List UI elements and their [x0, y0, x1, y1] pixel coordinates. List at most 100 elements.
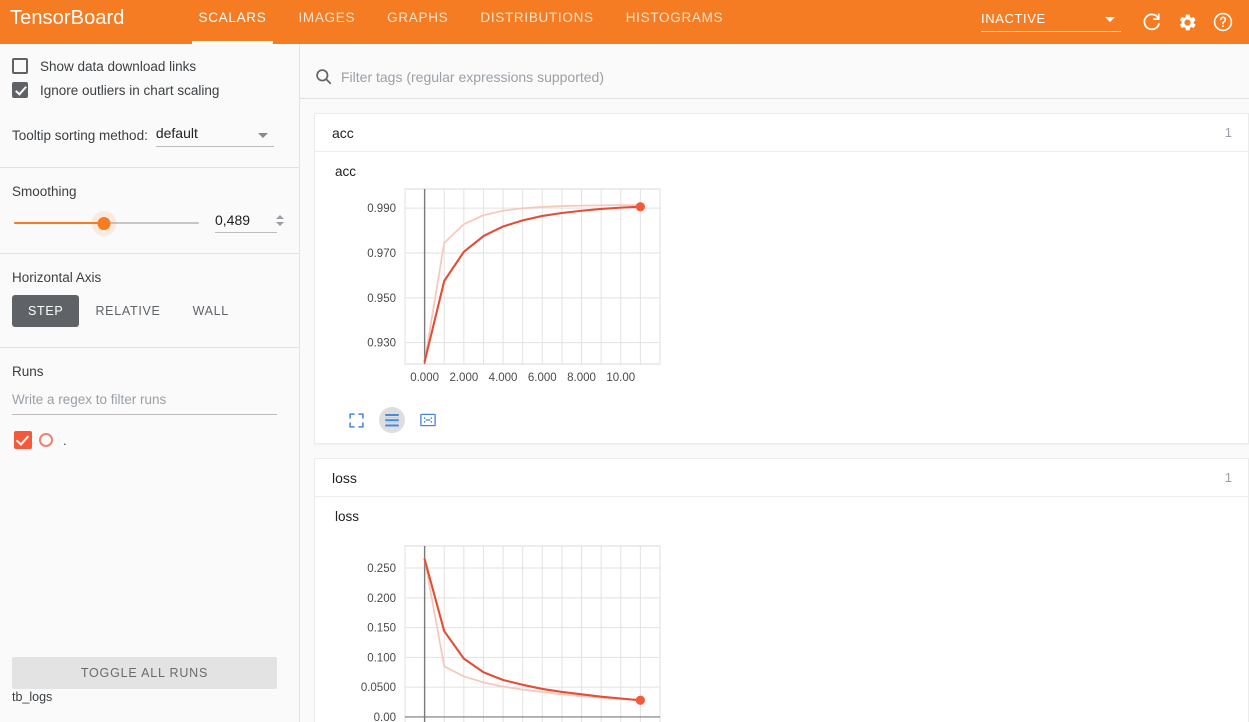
svg-text:0.950: 0.950 [367, 293, 396, 305]
chart-acc-svg[interactable]: 0.930 0.950 0.970 0.990 0.000 2.000 4.000 6.000… [315, 179, 935, 397]
card-count-label: 1 [1225, 125, 1232, 140]
svg-text:0.150: 0.150 [367, 623, 396, 635]
tab-scalars-label: SCALARS [199, 10, 267, 25]
svg-text:0.100: 0.100 [367, 652, 396, 664]
select-underline [156, 146, 274, 147]
svg-text:0.990: 0.990 [367, 203, 396, 215]
settings-sidebar: Show data download links Ignore outliers… [0, 44, 300, 722]
run-list-item[interactable]: . [0, 415, 299, 449]
smoothing-title: Smoothing [0, 168, 299, 199]
tab-images[interactable]: IMAGES [282, 0, 371, 44]
smoothing-controls: 0,489 [0, 199, 299, 233]
gear-icon[interactable] [1169, 4, 1205, 40]
tab-histograms[interactable]: HISTOGRAMS [610, 0, 740, 44]
svg-text:2.000: 2.000 [449, 372, 478, 384]
chart-title-acc: acc [315, 164, 1248, 179]
smoothing-value: 0,489 [215, 212, 277, 232]
tab-scalars[interactable]: SCALARS [183, 0, 283, 44]
svg-text:0.0500: 0.0500 [361, 682, 396, 694]
data-series-icon[interactable] [379, 407, 405, 433]
main-content: Filter tags (regular expressions support… [300, 44, 1249, 722]
tab-images-label: IMAGES [298, 10, 355, 25]
run-checkbox-checked-icon[interactable] [14, 431, 32, 449]
card-tag-label: acc [332, 125, 354, 141]
chart-acc[interactable]: 0.930 0.950 0.970 0.990 0.000 2.000 4.000 6.000… [315, 179, 1248, 405]
sidebar-top-options: Show data download links Ignore outliers… [0, 54, 299, 102]
show-download-links-checkbox[interactable]: Show data download links [12, 54, 277, 78]
runs-filter-input[interactable]: Write a regex to filter runs [12, 392, 277, 414]
runs-title: Runs [0, 348, 299, 379]
axis-option-relative[interactable]: RELATIVE [79, 295, 176, 327]
chart-loss-svg[interactable]: 0.2500.2000.1500.1000.05000.00 [315, 524, 935, 722]
svg-text:10.00: 10.00 [606, 372, 635, 384]
stepper-up-icon[interactable] [276, 215, 284, 219]
tag-filter-input[interactable]: Filter tags (regular expressions support… [341, 69, 604, 85]
slider-fill [14, 222, 104, 224]
checkbox-unchecked-icon [12, 58, 28, 74]
reset-zoom-icon[interactable] [415, 407, 441, 433]
chart-loss[interactable]: 0.2500.2000.1500.1000.05000.00 [315, 524, 1248, 722]
help-icon[interactable] [1205, 4, 1241, 40]
chevron-down-icon [258, 133, 268, 138]
card-body-loss: loss 0.2500.2000.1500.1000.05000.00 [315, 497, 1248, 722]
axis-option-step[interactable]: STEP [12, 295, 79, 327]
run-name-label: . [63, 433, 67, 448]
smoothing-value-field[interactable]: 0,489 [215, 212, 277, 233]
tab-histograms-label: HISTOGRAMS [626, 10, 724, 25]
smoothing-slider[interactable] [14, 214, 199, 232]
chevron-down-icon [1105, 17, 1115, 22]
card-header-loss[interactable]: loss 1 [315, 459, 1248, 497]
tab-distributions-label: DISTRIBUTIONS [480, 10, 593, 25]
axis-option-wall[interactable]: WALL [177, 295, 245, 327]
app-title: TensorBoard [0, 0, 125, 30]
card-body-acc: acc 0.930 0.950 0.970 0.990 0.000 2.000 4.000 6… [315, 152, 1248, 443]
card-count-label: 1 [1225, 470, 1232, 485]
tooltip-sorting-row: Tooltip sorting method: default [0, 125, 299, 147]
slider-thumb[interactable] [98, 217, 111, 230]
svg-text:0.00: 0.00 [374, 712, 396, 722]
app-body: Show data download links Ignore outliers… [0, 44, 1249, 722]
svg-text:4.000: 4.000 [489, 372, 518, 384]
scalar-card-loss: loss 1 loss 0.2500.2000.1500.1000.05000.… [314, 458, 1249, 722]
tooltip-sorting-value: default [156, 125, 274, 146]
tooltip-sorting-select[interactable]: default [156, 125, 274, 147]
reload-status-select[interactable]: INACTIVE [981, 11, 1121, 34]
toggle-all-runs-button[interactable]: TOGGLE ALL RUNS [12, 657, 277, 689]
smoothing-stepper[interactable] [275, 211, 285, 229]
ignore-outliers-checkbox[interactable]: Ignore outliers in chart scaling [12, 78, 277, 102]
reload-status-value: INACTIVE [981, 11, 1121, 31]
ignore-outliers-label: Ignore outliers in chart scaling [40, 83, 219, 98]
run-color-circle-icon [39, 433, 53, 447]
tab-graphs-label: GRAPHS [387, 10, 448, 25]
stepper-down-icon[interactable] [276, 222, 284, 226]
tag-filter-bar[interactable]: Filter tags (regular expressions support… [300, 55, 1249, 99]
tooltip-sorting-label: Tooltip sorting method: [12, 128, 148, 147]
select-underline [981, 31, 1121, 32]
svg-text:6.000: 6.000 [528, 372, 557, 384]
horizontal-axis-buttons: STEP RELATIVE WALL [0, 285, 299, 327]
expand-chart-icon[interactable] [343, 407, 369, 433]
horizontal-axis-title: Horizontal Axis [0, 254, 299, 285]
svg-text:8.000: 8.000 [567, 372, 596, 384]
logdir-label: tb_logs [12, 690, 52, 704]
svg-text:0.970: 0.970 [367, 248, 396, 260]
card-header-acc[interactable]: acc 1 [315, 114, 1248, 152]
runs-filter-field[interactable]: Write a regex to filter runs [12, 392, 277, 415]
header-actions: INACTIVE [981, 0, 1241, 44]
search-icon [314, 67, 333, 86]
tab-distributions[interactable]: DISTRIBUTIONS [464, 0, 609, 44]
show-download-links-label: Show data download links [40, 59, 196, 74]
scalar-card-acc: acc 1 acc 0.930 0.950 0.970 0.990 0.000 2.000… [314, 113, 1249, 444]
svg-text:0.930: 0.930 [367, 338, 396, 350]
svg-text:0.000: 0.000 [410, 372, 439, 384]
checkbox-checked-icon [12, 82, 28, 98]
chart-title-loss: loss [315, 509, 1248, 524]
chart-toolbar-acc [315, 405, 1248, 443]
main-nav-tabs: SCALARS IMAGES GRAPHS DISTRIBUTIONS HIST… [183, 0, 740, 44]
field-underline [215, 232, 277, 233]
refresh-icon[interactable] [1133, 4, 1169, 40]
card-tag-label: loss [332, 470, 357, 486]
tab-graphs[interactable]: GRAPHS [371, 0, 464, 44]
svg-text:0.250: 0.250 [367, 563, 396, 575]
app-header: TensorBoard SCALARS IMAGES GRAPHS DISTRI… [0, 0, 1249, 44]
